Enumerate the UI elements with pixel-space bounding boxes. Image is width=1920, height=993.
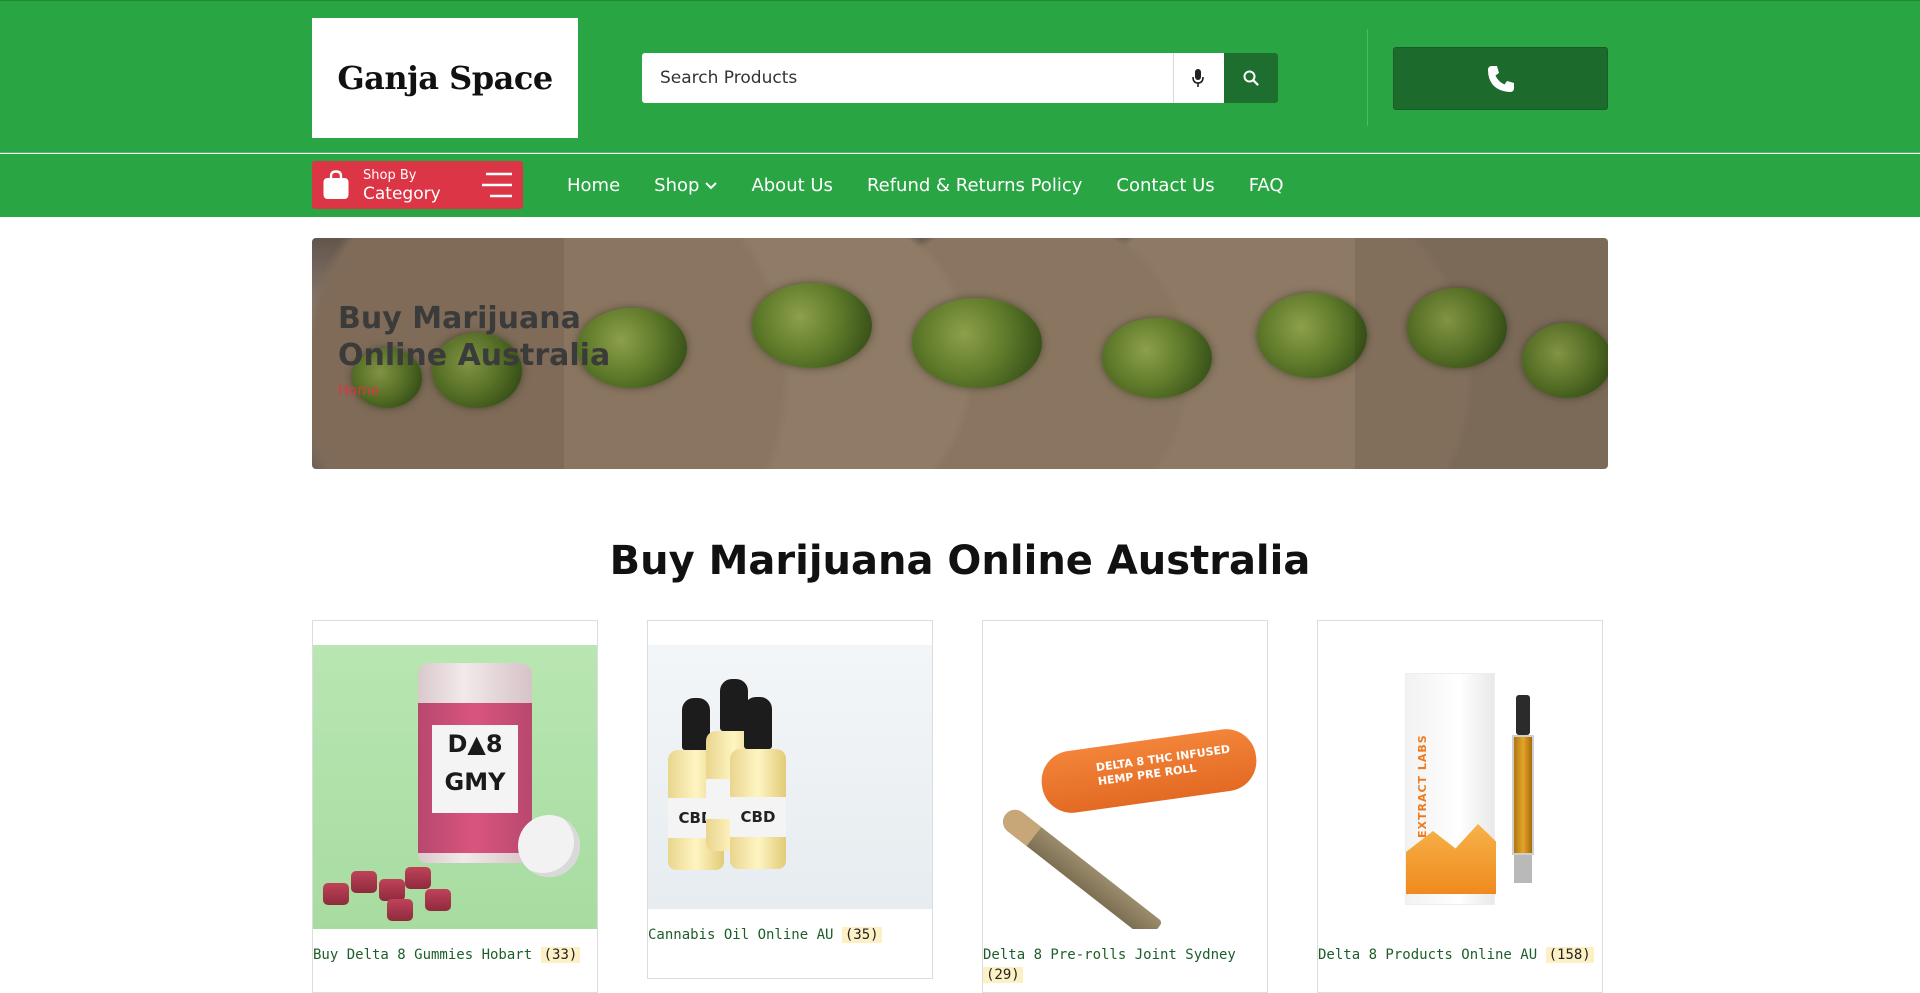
nav-link-faq[interactable]: FAQ — [1249, 175, 1284, 196]
category-link[interactable]: Delta 8 Products Online AU (158) — [1318, 945, 1594, 965]
nav-link-label: Contact Us — [1116, 175, 1215, 196]
search-bar — [642, 53, 1278, 103]
nav-link-refund-returns-policy[interactable]: Refund & Returns Policy — [867, 175, 1082, 196]
pre-roll-tube: DELTA 8 THC INFUSED HEMP PRE ROLL — [1037, 725, 1261, 817]
category-link[interactable]: Buy Delta 8 Gummies Hobart (33) — [313, 945, 581, 965]
search-input[interactable] — [642, 53, 1224, 103]
pre-roll-joint — [998, 805, 1163, 929]
microphone-icon — [1191, 69, 1204, 87]
nav-link-home[interactable]: Home — [567, 175, 620, 196]
category-link[interactable]: Cannabis Oil Online AU (35) — [648, 925, 882, 945]
nav-link-label: About Us — [751, 175, 833, 196]
nav-link-label: Home — [567, 175, 621, 196]
category-image[interactable]: CBD CBD — [648, 645, 932, 909]
page-banner: Buy Marijuana Online Australia Home — [312, 238, 1608, 469]
category-card[interactable]: CBD CBD Cannabis Oil Online AU (35) — [647, 620, 933, 979]
top-header: Ganja Space — [0, 0, 1920, 153]
category-image[interactable]: D▲8 GMY — [313, 645, 597, 929]
banner-image-bud — [912, 298, 1042, 388]
category-count: (29) — [983, 967, 1023, 983]
breadcrumb-home[interactable]: Home — [338, 383, 379, 399]
category-count: (33) — [540, 947, 581, 963]
category-count: (35) — [841, 927, 882, 943]
category-card[interactable]: D▲8 GMY Buy Delta 8 Gummies Hobart (33) — [312, 620, 598, 993]
category-card[interactable]: EXTRACT LABS Delta 8 Products Online AU … — [1317, 620, 1603, 993]
shopping-bag-icon — [323, 170, 349, 199]
shop-by-category-button[interactable]: Shop By Category — [312, 161, 523, 209]
gummy-jar: D▲8 GMY — [418, 663, 532, 863]
banner-image-bud — [1102, 318, 1212, 398]
search-button[interactable] — [1224, 53, 1278, 103]
nav-links: Home Shop About Us Refund & Returns Poli… — [567, 154, 1318, 217]
nav-link-about-us[interactable]: About Us — [751, 175, 833, 196]
nav-link-contact-us[interactable]: Contact Us — [1116, 175, 1214, 196]
voice-search-button[interactable] — [1173, 53, 1221, 103]
jar-label: D▲8 GMY — [432, 725, 518, 813]
nav-link-shop[interactable]: Shop — [654, 175, 718, 196]
category-name: Cannabis Oil Online AU — [648, 927, 834, 943]
category-image[interactable]: DELTA 8 THC INFUSED HEMP PRE ROLL — [983, 645, 1267, 929]
vape-cartridge — [1508, 695, 1538, 883]
banner-image-bud — [1257, 293, 1367, 378]
site-logo[interactable]: Ganja Space — [312, 18, 578, 138]
category-button-label: Category — [363, 184, 441, 204]
category-name: Delta 8 Products Online AU — [1318, 947, 1538, 963]
category-name: Delta 8 Pre-rolls Joint Sydney — [983, 947, 1236, 963]
logo-text: Ganja Space — [337, 59, 553, 97]
banner-image-bud — [752, 283, 872, 368]
hamburger-menu-icon — [482, 172, 512, 198]
category-count: (158) — [1545, 947, 1594, 963]
page-title: Buy Marijuana Online Australia — [609, 538, 1311, 584]
main-nav: Shop By Category Home Shop About Us Refu… — [0, 154, 1920, 217]
phone-icon — [1487, 65, 1514, 92]
nav-link-label: Shop — [654, 175, 700, 196]
banner-shade-right — [1355, 238, 1608, 469]
category-card[interactable]: DELTA 8 THC INFUSED HEMP PRE ROLL Delta 8… — [982, 620, 1268, 993]
search-icon — [1243, 70, 1259, 86]
call-button[interactable] — [1393, 47, 1608, 110]
category-button-small-label: Shop By — [363, 168, 417, 183]
banner-title: Buy Marijuana Online Australia — [338, 301, 611, 373]
oil-bottle: CBD — [730, 697, 786, 869]
category-link[interactable]: Delta 8 Pre-rolls Joint Sydney (29) — [983, 945, 1267, 985]
vape-box: EXTRACT LABS — [1405, 673, 1496, 905]
jar-lid — [518, 815, 580, 877]
chevron-down-icon — [705, 181, 718, 189]
nav-link-label: FAQ — [1248, 175, 1284, 196]
category-image[interactable]: EXTRACT LABS — [1318, 645, 1602, 929]
nav-link-label: Refund & Returns Policy — [866, 175, 1083, 196]
category-name: Buy Delta 8 Gummies Hobart — [313, 947, 533, 963]
header-divider — [1367, 29, 1368, 126]
